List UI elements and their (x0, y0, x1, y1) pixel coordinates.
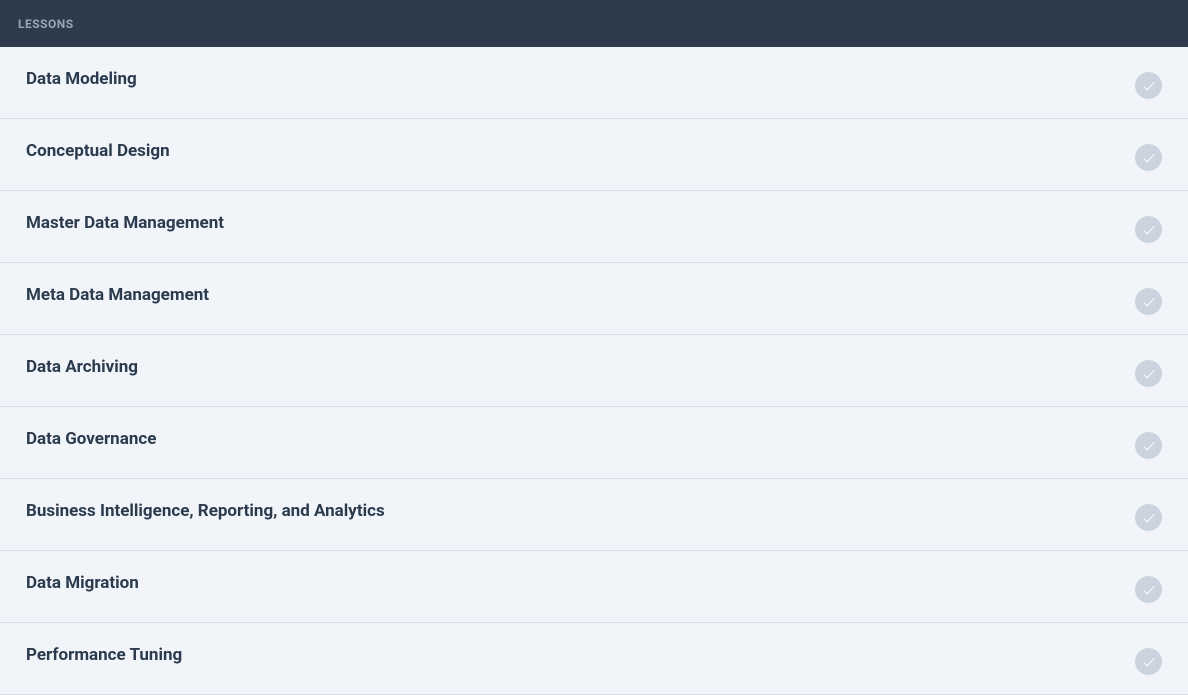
header-title: LESSONS (18, 17, 74, 31)
lesson-title: Data Modeling (26, 69, 137, 89)
checkmark-icon (1135, 72, 1162, 99)
lesson-item-data-migration[interactable]: Data Migration (0, 551, 1188, 623)
lesson-item-master-data-management[interactable]: Master Data Management (0, 191, 1188, 263)
checkmark-icon (1135, 648, 1162, 675)
lesson-title: Meta Data Management (26, 285, 209, 305)
lesson-item-data-governance[interactable]: Data Governance (0, 407, 1188, 479)
lessons-header: LESSONS (0, 0, 1188, 47)
lesson-title: Performance Tuning (26, 645, 182, 665)
checkmark-icon (1135, 576, 1162, 603)
lesson-title: Data Archiving (26, 357, 138, 377)
checkmark-icon (1135, 360, 1162, 387)
lesson-title: Master Data Management (26, 213, 224, 233)
checkmark-icon (1135, 144, 1162, 171)
lesson-title: Business Intelligence, Reporting, and An… (26, 501, 385, 521)
checkmark-icon (1135, 504, 1162, 531)
lesson-title: Conceptual Design (26, 141, 170, 161)
lesson-item-conceptual-design[interactable]: Conceptual Design (0, 119, 1188, 191)
checkmark-icon (1135, 288, 1162, 315)
lesson-item-data-archiving[interactable]: Data Archiving (0, 335, 1188, 407)
lesson-item-data-modeling[interactable]: Data Modeling (0, 47, 1188, 119)
lessons-list: Data Modeling Conceptual Design Master D… (0, 47, 1188, 695)
lesson-item-performance-tuning[interactable]: Performance Tuning (0, 623, 1188, 695)
lesson-item-meta-data-management[interactable]: Meta Data Management (0, 263, 1188, 335)
checkmark-icon (1135, 432, 1162, 459)
lesson-title: Data Governance (26, 429, 156, 449)
lesson-item-business-intelligence[interactable]: Business Intelligence, Reporting, and An… (0, 479, 1188, 551)
lesson-title: Data Migration (26, 573, 139, 593)
checkmark-icon (1135, 216, 1162, 243)
